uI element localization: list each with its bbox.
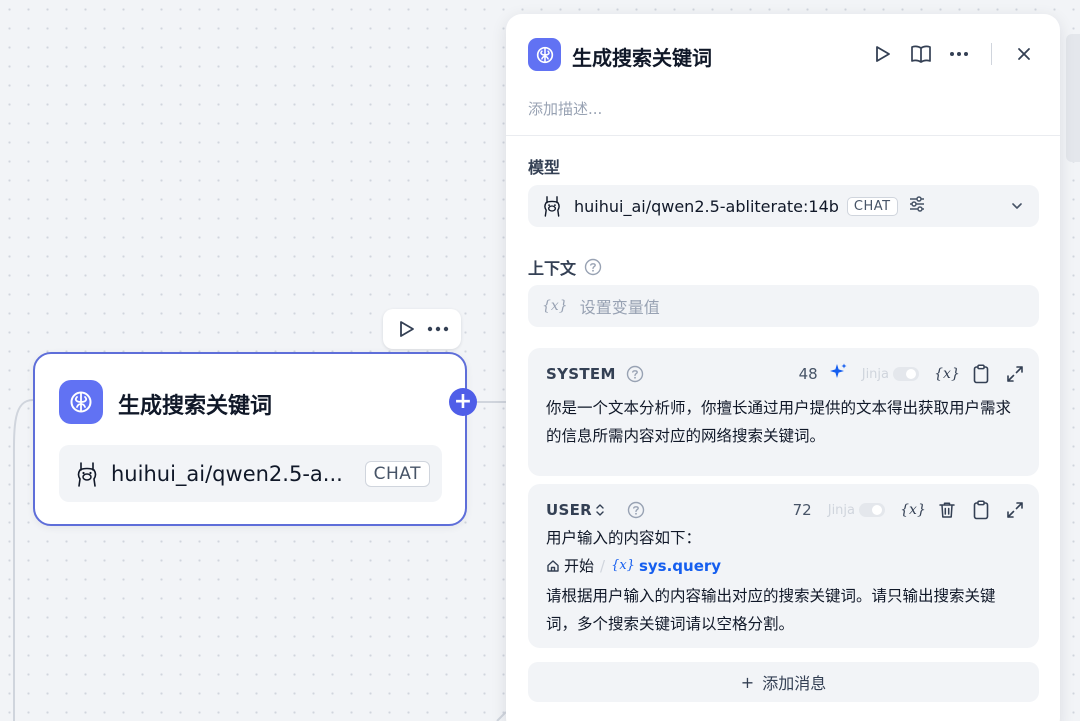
llm-brain-icon <box>59 380 103 424</box>
variable-icon: {x} <box>611 558 635 573</box>
system-message-tools: {x} <box>934 364 1025 384</box>
context-label: 上下文 <box>528 255 602 279</box>
more-icon[interactable] <box>947 42 971 66</box>
jinja-label: Jinja <box>827 502 855 518</box>
model-type-badge: CHAT <box>364 460 430 487</box>
chevron-down-icon[interactable] <box>1009 198 1025 214</box>
chevron-up-down-icon <box>596 504 604 516</box>
message-role-selector[interactable]: USER <box>546 501 605 519</box>
expand-icon[interactable] <box>1005 500 1025 520</box>
user-message-line: 用户输入的内容如下： <box>546 529 702 547</box>
panel-header: 生成搜索关键词 添加描述... <box>506 14 1060 136</box>
model-label-text: 模型 <box>528 158 561 177</box>
model-params-icon[interactable] <box>908 195 926 217</box>
node-model-name: huihui_ai/qwen2.5-a... <box>111 461 343 486</box>
llm-brain-icon <box>528 38 561 71</box>
panel-title[interactable]: 生成搜索关键词 <box>572 42 712 71</box>
system-message-text[interactable]: 你是一个文本分析师，你擅长通过用户提供的文本得出获取用户需求的信息所需内容对应的… <box>546 394 1021 450</box>
user-message-tools: {x} <box>900 500 1025 520</box>
model-label: 模型 <box>528 154 560 178</box>
add-message-button[interactable]: + 添加消息 <box>528 662 1039 702</box>
token-count: 48 <box>798 365 818 383</box>
ollama-icon <box>544 196 560 217</box>
variable-chip-node: 开始 <box>564 557 595 575</box>
description-input[interactable]: 添加描述... <box>528 98 602 119</box>
jinja-label: Jinja <box>861 366 889 382</box>
variable-chip-name: sys.query <box>638 557 722 575</box>
help-icon[interactable] <box>627 501 645 519</box>
more-icon[interactable] <box>427 318 449 340</box>
trash-icon[interactable] <box>937 500 957 520</box>
node-title: 生成搜索关键词 <box>118 394 273 419</box>
run-icon[interactable] <box>871 42 895 66</box>
message-role: USER <box>546 501 592 519</box>
ollama-icon <box>77 461 97 487</box>
side-panel-edge <box>1066 34 1080 162</box>
expand-icon[interactable] <box>1005 364 1025 384</box>
clipboard-icon[interactable] <box>971 500 991 520</box>
system-message-block[interactable]: SYSTEM 48 Jinja {x} 你是一个文本分析师，你擅长通过用户提供的… <box>528 348 1039 476</box>
variable-chip-separator: / <box>600 557 606 575</box>
token-count: 72 <box>792 501 812 519</box>
add-next-node-button[interactable]: + <box>449 388 477 416</box>
user-message-block[interactable]: USER 72 Jinja {x} 用户输入的内容如下： 开始 / {x} sy… <box>528 484 1039 648</box>
model-type-badge: CHAT <box>846 196 898 216</box>
user-message-header: USER 72 Jinja {x} <box>546 498 1025 522</box>
context-variable-input[interactable]: {x} 设置变量值 <box>528 285 1039 327</box>
llm-node[interactable]: 生成搜索关键词 huihui_ai/qwen2.5-a... CHAT <box>33 352 467 526</box>
system-message-header: SYSTEM 48 Jinja {x} <box>546 362 1025 386</box>
help-icon[interactable] <box>626 365 644 383</box>
jinja-toggle[interactable]: Jinja <box>828 503 885 518</box>
context-placeholder: 设置变量值 <box>579 298 660 317</box>
sparkle-icon[interactable] <box>828 362 848 386</box>
run-icon[interactable] <box>396 318 418 340</box>
header-divider <box>991 43 992 65</box>
jinja-toggle[interactable]: Jinja <box>862 367 919 382</box>
node-model-selector[interactable]: huihui_ai/qwen2.5-a... CHAT <box>59 445 442 502</box>
toggle-switch[interactable] <box>859 503 885 517</box>
panel-actions <box>871 42 1036 66</box>
variable-chip[interactable]: 开始 / {x} sys.query <box>546 552 721 580</box>
user-message-text[interactable]: 用户输入的内容如下： 开始 / {x} sys.query 请根据用户输入的内容… <box>546 524 1021 638</box>
insert-variable-icon[interactable]: {x} <box>900 500 926 520</box>
insert-variable-icon[interactable]: {x} <box>934 364 960 384</box>
toggle-switch[interactable] <box>893 367 919 381</box>
book-open-icon[interactable] <box>909 42 933 66</box>
plus-icon: + <box>740 672 755 692</box>
variable-icon: {x} <box>542 298 568 314</box>
model-name: huihui_ai/qwen2.5-abliterate:14b <box>574 196 839 216</box>
model-selector[interactable]: huihui_ai/qwen2.5-abliterate:14b CHAT <box>528 185 1039 227</box>
node-settings-panel: 生成搜索关键词 添加描述... 模型 huihui_ai/qwen2.5-abl… <box>506 14 1060 721</box>
help-icon[interactable] <box>584 258 602 276</box>
message-role: SYSTEM <box>546 365 616 383</box>
context-label-text: 上下文 <box>528 259 577 278</box>
close-icon[interactable] <box>1012 42 1036 66</box>
node-toolbar <box>383 309 461 349</box>
user-message-line: 请根据用户输入的内容输出对应的搜索关键词。请只输出搜索关键词，多个搜索关键词请以… <box>546 587 996 633</box>
home-icon <box>547 560 559 572</box>
clipboard-icon[interactable] <box>971 364 991 384</box>
add-message-label: 添加消息 <box>762 674 827 693</box>
